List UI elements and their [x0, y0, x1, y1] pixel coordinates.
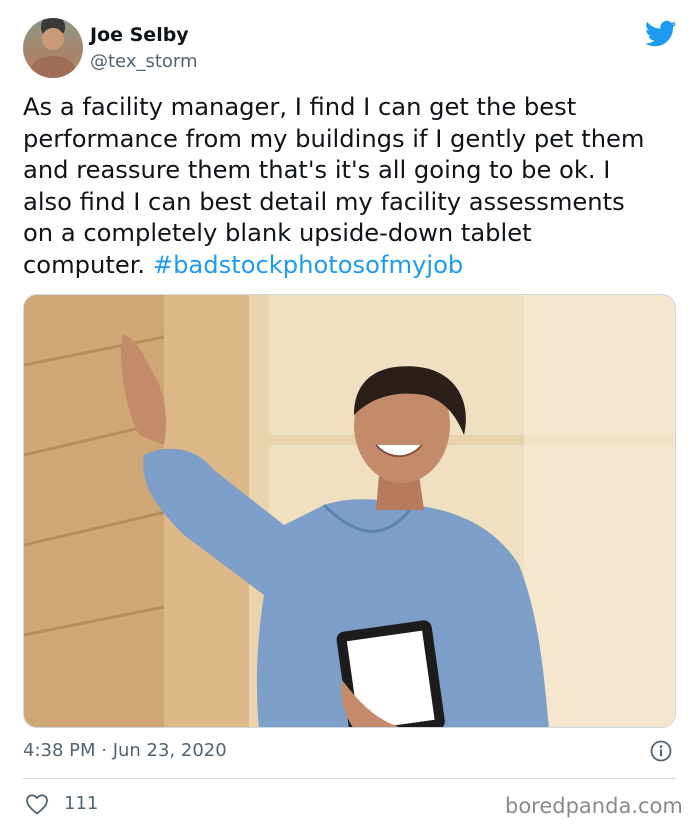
author-handle[interactable]: @tex_storm	[90, 51, 198, 72]
tweet-line: As a facility manager, I find I can get …	[23, 93, 577, 121]
avatar[interactable]	[23, 18, 83, 78]
tweet-card: Joe Selby @tex_storm As a facility manag…	[0, 0, 700, 831]
tweet-photo[interactable]	[23, 294, 676, 728]
tweet-timestamp[interactable]: 4:38 PM · Jun 23, 2020	[23, 740, 227, 761]
tweet-line: and reassure them that's it's all going …	[23, 156, 611, 184]
tweet-line: on a completely blank upside-down tablet	[23, 219, 532, 247]
like-count: 111	[64, 793, 99, 814]
watermark: boredpanda.com	[505, 794, 683, 818]
tweet-line: also find I can best detail my facility …	[23, 187, 625, 216]
author-name[interactable]: Joe Selby	[90, 24, 189, 46]
hashtag-link[interactable]: #badstockphotosofmyjob	[153, 251, 463, 279]
stock-photo-illustration	[24, 295, 675, 727]
tweet-line: performance from my buildings if I gentl…	[23, 124, 645, 153]
tweet-text: As a facility manager, I find I can get …	[23, 92, 683, 281]
tweet-line: computer.	[23, 250, 153, 279]
info-icon[interactable]	[650, 740, 672, 762]
twitter-bird-icon[interactable]	[645, 20, 677, 48]
heart-icon[interactable]	[25, 793, 49, 815]
divider	[23, 778, 676, 779]
